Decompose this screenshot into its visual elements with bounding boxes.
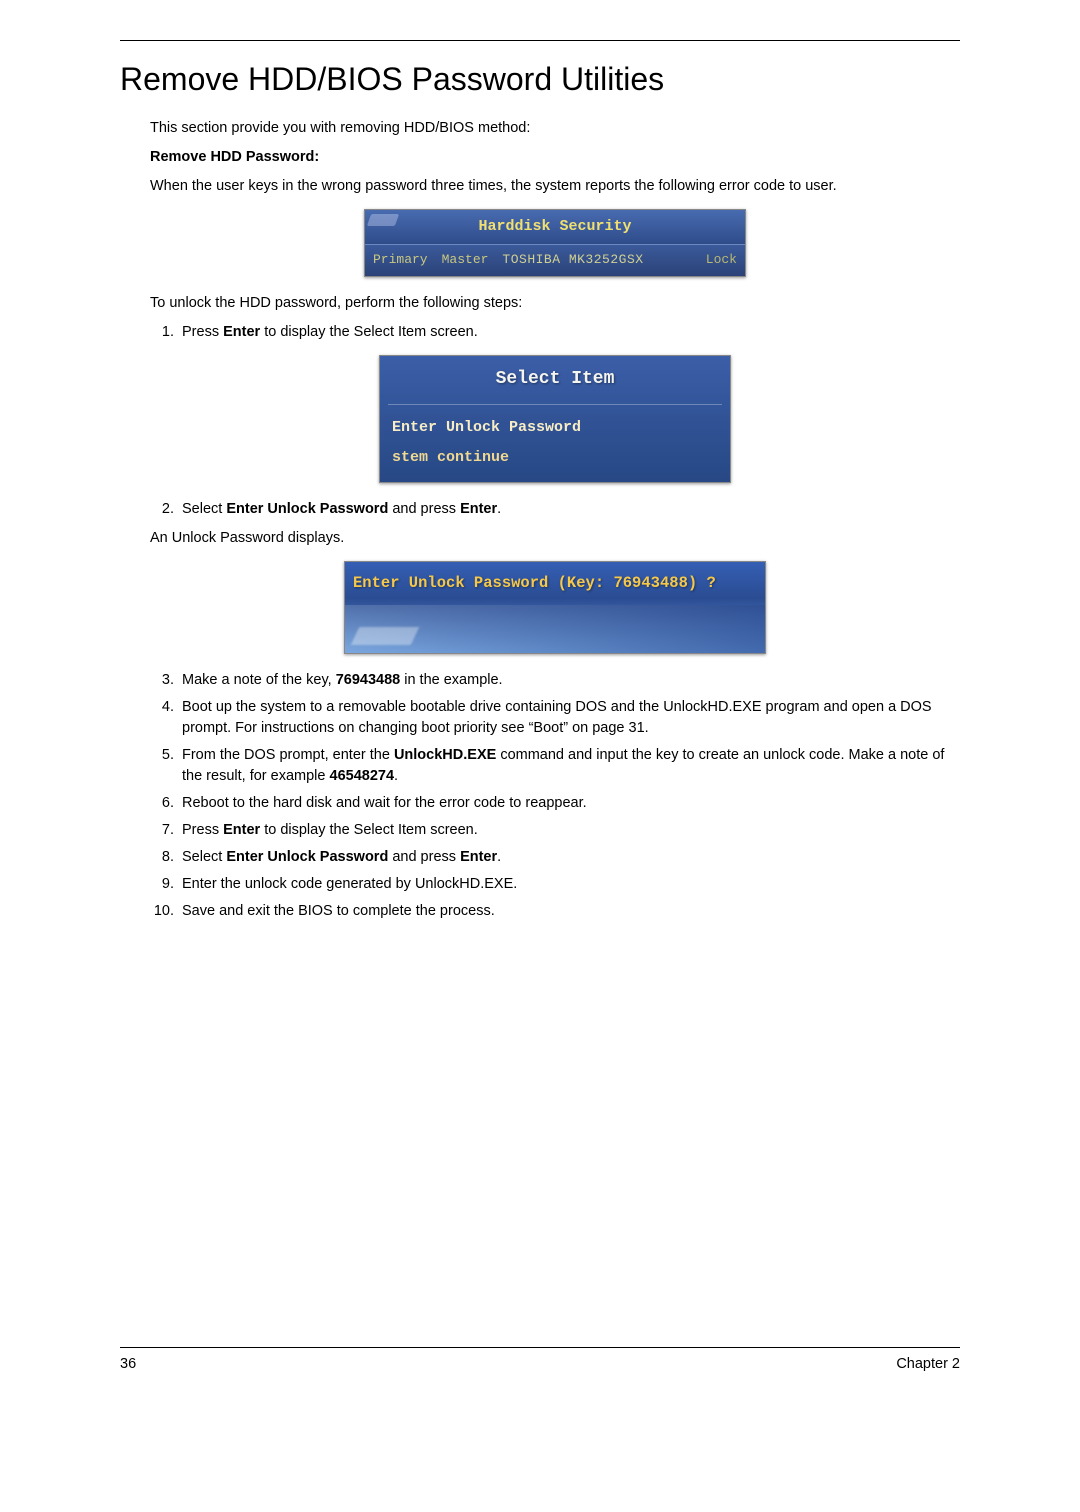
step2-b2: Enter: [460, 501, 497, 517]
step2-pre: Select: [182, 501, 226, 517]
bios3-prompt-pre: Enter Unlock Password (Key:: [353, 574, 613, 592]
step7-post: to display the Select Item screen.: [260, 822, 478, 838]
step5-post: .: [394, 768, 398, 784]
bios2-divider: [388, 404, 722, 405]
figure-unlock-prompt: Enter Unlock Password (Key: 76943488) ?: [150, 561, 960, 653]
step-4: Boot up the system to a removable bootab…: [178, 697, 960, 739]
step-7: Press Enter to display the Select Item s…: [178, 820, 960, 841]
bios1-primary: Primary: [373, 251, 428, 270]
steps-list-a: Press Enter to display the Select Item s…: [150, 322, 960, 343]
body-content: This section provide you with removing H…: [150, 118, 960, 922]
step8-b1: Enter Unlock Password: [226, 849, 388, 865]
bios1-header: Harddisk Security: [365, 210, 745, 245]
chapter-label: Chapter 2: [896, 1356, 960, 1372]
bios3-key: 76943488: [613, 574, 687, 592]
step2-mid: and press: [388, 501, 460, 517]
bios1-master: Master: [442, 251, 489, 270]
unlock-intro: To unlock the HDD password, perform the …: [150, 293, 960, 314]
bios3-space: [345, 605, 765, 653]
bios2-option-unlock: Enter Unlock Password: [380, 413, 730, 443]
glare-icon: [367, 214, 399, 226]
steps-list-b: Select Enter Unlock Password and press E…: [150, 499, 960, 520]
bios1-header-text: Harddisk Security: [478, 218, 631, 235]
step1-pre: Press: [182, 324, 223, 340]
figure-select-item: Select Item Enter Unlock Password stem c…: [150, 355, 960, 484]
page-number: 36: [120, 1356, 136, 1372]
bios-screenshot-1: Harddisk Security Primary Master TOSHIBA…: [364, 209, 746, 277]
after-step2: An Unlock Password displays.: [150, 528, 960, 549]
footer-rule: [120, 1347, 960, 1348]
step-6: Reboot to the hard disk and wait for the…: [178, 793, 960, 814]
bios1-row: Primary Master TOSHIBA MK3252GSX Lock: [365, 245, 745, 276]
top-rule: [120, 40, 960, 41]
bios2-option-continue: stem continue: [380, 443, 730, 473]
step1-post: to display the Select Item screen.: [260, 324, 478, 340]
figure-harddisk-security: Harddisk Security Primary Master TOSHIBA…: [150, 209, 960, 277]
step8-mid: and press: [388, 849, 460, 865]
lead-text: When the user keys in the wrong password…: [150, 176, 960, 197]
step-10: Save and exit the BIOS to complete the p…: [178, 901, 960, 922]
page-title: Remove HDD/BIOS Password Utilities: [120, 61, 960, 98]
step5-b1: UnlockHD.EXE: [394, 747, 496, 763]
step-3: Make a note of the key, 76943488 in the …: [178, 670, 960, 691]
footer-row: 36 Chapter 2: [120, 1356, 960, 1372]
step7-pre: Press: [182, 822, 223, 838]
step1-bold: Enter: [223, 324, 260, 340]
step3-post: in the example.: [400, 672, 502, 688]
bios3-prompt: Enter Unlock Password (Key: 76943488) ?: [345, 562, 765, 604]
bios1-device: TOSHIBA MK3252GSX: [502, 251, 643, 270]
step-8: Select Enter Unlock Password and press E…: [178, 847, 960, 868]
bios3-prompt-post: ) ?: [688, 574, 716, 592]
step2-post: .: [497, 501, 501, 517]
steps-list-c: Make a note of the key, 76943488 in the …: [150, 670, 960, 922]
bios-screenshot-3: Enter Unlock Password (Key: 76943488) ?: [344, 561, 766, 653]
step8-post: .: [497, 849, 501, 865]
step3-pre: Make a note of the key,: [182, 672, 336, 688]
step-1: Press Enter to display the Select Item s…: [178, 322, 960, 343]
step-5: From the DOS prompt, enter the UnlockHD.…: [178, 745, 960, 787]
step8-b2: Enter: [460, 849, 497, 865]
step5-b2: 46548274: [330, 768, 395, 784]
step3-bold: 76943488: [336, 672, 401, 688]
intro-text: This section provide you with removing H…: [150, 118, 960, 139]
bios2-title: Select Item: [380, 366, 730, 392]
step-2: Select Enter Unlock Password and press E…: [178, 499, 960, 520]
page-footer: 36 Chapter 2: [120, 1347, 960, 1372]
subhead: Remove HDD Password:: [150, 147, 960, 168]
step8-pre: Select: [182, 849, 226, 865]
step7-bold: Enter: [223, 822, 260, 838]
bios-screenshot-2: Select Item Enter Unlock Password stem c…: [379, 355, 731, 484]
bios1-state: Lock: [706, 251, 737, 270]
step5-pre: From the DOS prompt, enter the: [182, 747, 394, 763]
document-page: Remove HDD/BIOS Password Utilities This …: [90, 0, 990, 1400]
bios2-footer: [380, 472, 730, 476]
step-9: Enter the unlock code generated by Unloc…: [178, 874, 960, 895]
step2-b1: Enter Unlock Password: [226, 501, 388, 517]
